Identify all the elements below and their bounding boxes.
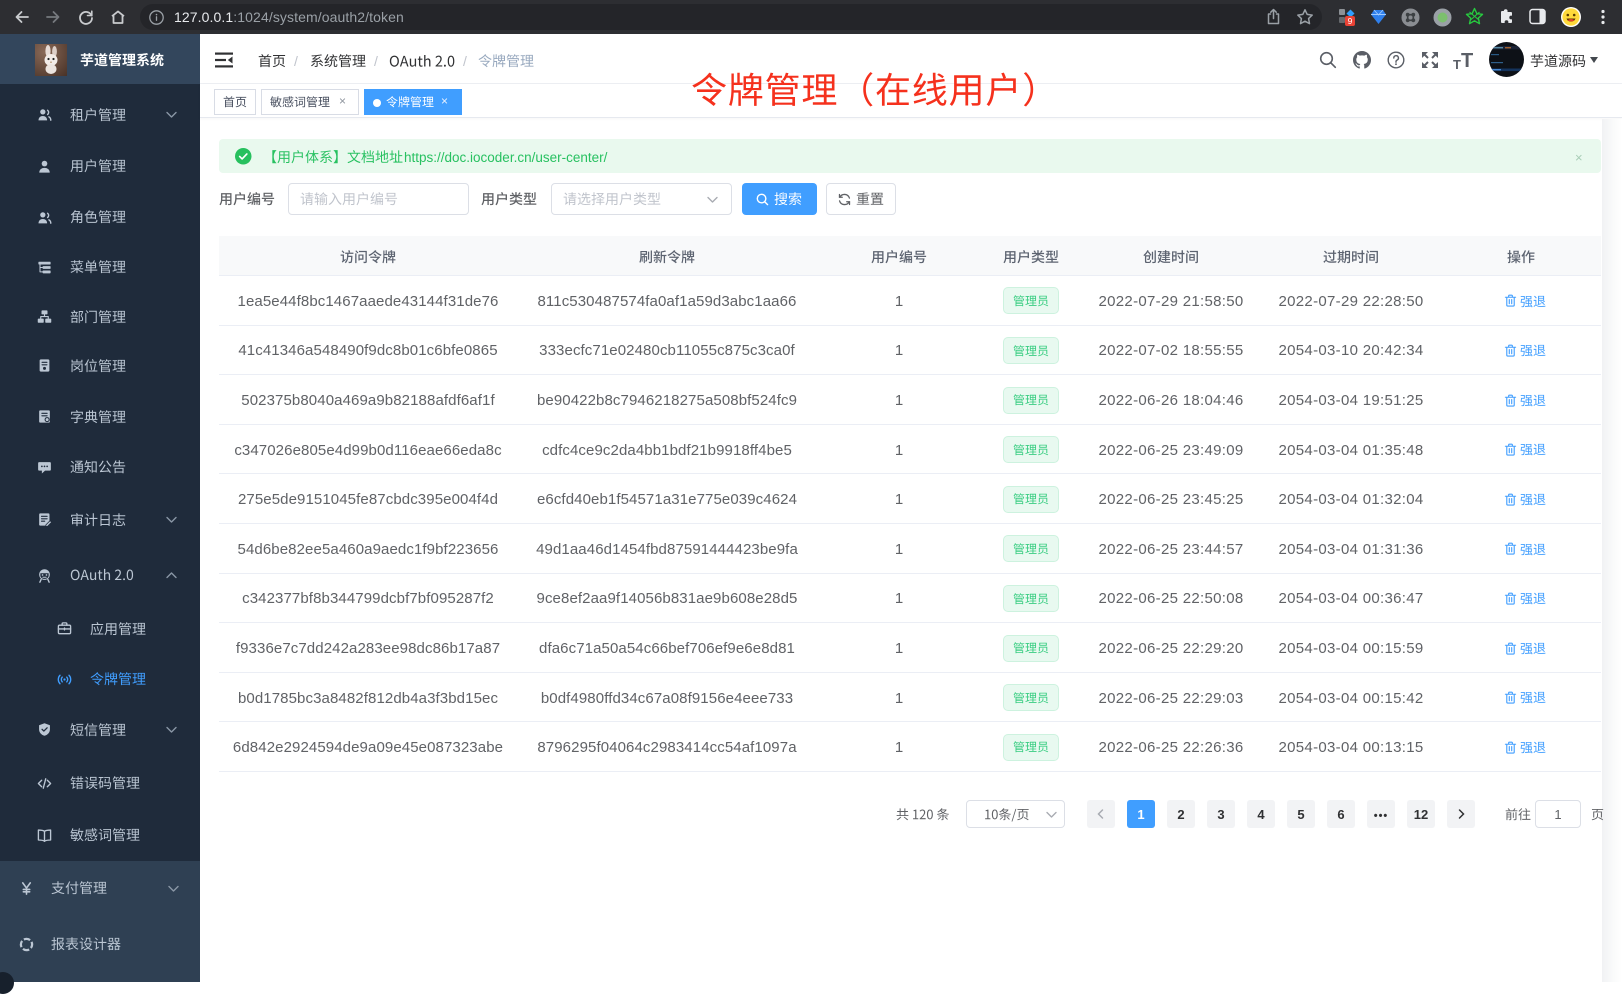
svg-text:9: 9 [1348,16,1353,26]
